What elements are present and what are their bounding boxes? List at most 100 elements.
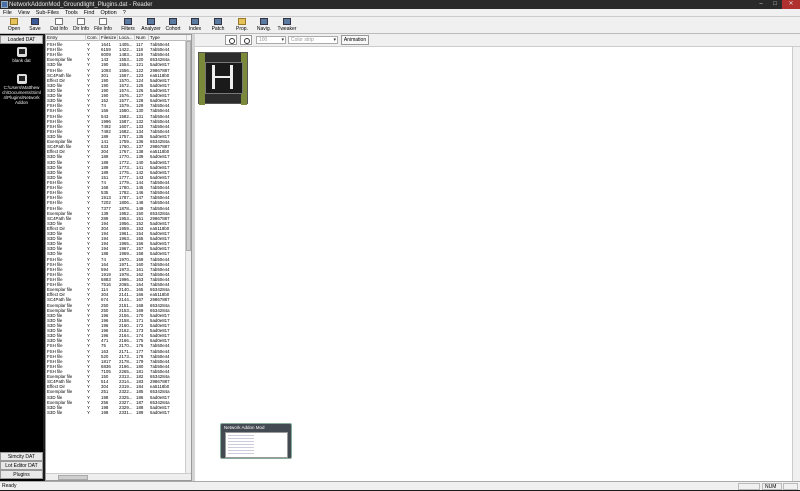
table-cell: 2331... — [119, 409, 133, 415]
num-lock-indicator: NUM — [762, 483, 782, 490]
table-cell: 5ad0e817 — [150, 409, 170, 415]
open-button[interactable]: Open — [3, 18, 25, 33]
loaded-dat-button[interactable]: Loaded DAT — [0, 35, 43, 44]
filters-label: Filters — [121, 26, 135, 32]
column-filesize[interactable]: Filesize — [100, 35, 118, 41]
prop-icon — [238, 18, 246, 25]
sidebar-item-blank-dat[interactable]: blank dat — [0, 47, 43, 63]
scroll-thumb[interactable] — [58, 475, 88, 480]
minimize-button[interactable]: – — [754, 0, 768, 9]
menu-view[interactable]: View — [15, 9, 33, 16]
column-entry[interactable]: Entry — [46, 35, 86, 41]
save-button[interactable]: Save — [24, 18, 46, 33]
cohort-label: Cohort — [165, 26, 181, 32]
dat-file-icon — [16, 47, 27, 57]
zoom-in-icon[interactable] — [225, 35, 237, 45]
dir-info-button[interactable]: Dir Info — [70, 18, 92, 33]
menu-help[interactable]: ? — [120, 9, 129, 16]
analyzer-button[interactable]: Analyzer — [140, 18, 162, 33]
menu-option[interactable]: Option — [97, 9, 119, 16]
table-cell: S3D file — [47, 409, 63, 415]
list-horizontal-scrollbar[interactable] — [46, 473, 191, 480]
save-icon — [31, 18, 39, 25]
patch-label: Patch — [211, 26, 225, 32]
menu-bar: File View Sub-Files Tools Find Option ? — [0, 9, 800, 17]
sidebar-item-label: C:\Users\Matthew ch\Documents\Siml 4\Plu… — [2, 85, 41, 105]
patch-button[interactable]: Patch — [207, 18, 229, 33]
file-info-label: File Info — [94, 26, 112, 32]
navig-icon — [260, 18, 268, 25]
popup-title: Network Addon Mod — [224, 425, 265, 430]
menu-file[interactable]: File — [0, 9, 15, 16]
index-label: Index — [188, 26, 202, 32]
entry-list: Entry Com. Filesize Loca... Num Type FSH… — [45, 34, 192, 481]
table-row[interactable]: S3D file Y 198 2331... 189 5ad0e817 — [46, 410, 186, 415]
filters-button[interactable]: Filters — [117, 18, 139, 33]
tweaker-label: Tweaker — [277, 26, 297, 32]
maximize-button[interactable]: □ — [768, 0, 782, 9]
table-cell: Y — [87, 409, 90, 415]
file-info-icon — [99, 18, 107, 25]
analyzer-label: Analyzer — [141, 26, 161, 32]
column-location[interactable]: Loca... — [118, 35, 135, 41]
preview-scrollbar[interactable] — [792, 47, 800, 481]
dat-info-button[interactable]: Dat Info — [48, 18, 70, 33]
lot-editor-dat-button[interactable]: Lot Editor DAT — [0, 461, 43, 470]
column-type[interactable]: Type — [149, 35, 187, 41]
window-thumbnail — [225, 432, 288, 458]
sidebar-item-label: blank dat — [12, 58, 31, 63]
tweaker-button[interactable]: Tweaker — [276, 18, 298, 33]
column-com[interactable]: Com. — [86, 35, 100, 41]
filters-icon — [124, 18, 132, 25]
dat-file-icon — [16, 74, 27, 84]
navig-button[interactable]: Navig. — [253, 18, 275, 33]
texture-preview-image — [198, 52, 248, 105]
status-cell — [738, 483, 760, 490]
close-button[interactable]: ✕ — [782, 0, 800, 9]
status-bar: Ready NUM — [0, 481, 800, 490]
scroll-thumb[interactable] — [186, 41, 191, 251]
app-icon — [1, 1, 8, 8]
index-icon — [191, 18, 199, 25]
plugins-button[interactable]: Plugins — [0, 470, 43, 479]
list-rows: FSH file Y 1641 1405... 117 7ab50e44 FSH file Y… — [46, 42, 186, 415]
folder-icon — [10, 18, 18, 25]
cohort-icon — [169, 18, 177, 25]
animation-button[interactable]: Animation — [341, 35, 369, 45]
title-bar: NetworkAddonMod_Groundlight_Plugins.dat … — [0, 0, 800, 9]
cohort-button[interactable]: Cohort — [162, 18, 184, 33]
prop-label: Prop. — [236, 26, 248, 32]
prop-button[interactable]: Prop. — [231, 18, 253, 33]
zoom-select[interactable]: 100 — [256, 36, 286, 44]
menu-tools[interactable]: Tools — [62, 9, 81, 16]
list-header: Entry Com. Filesize Loca... Num Type — [46, 35, 191, 41]
table-cell: 198 — [101, 409, 109, 415]
dat-info-label: Dat Info — [50, 26, 68, 32]
index-button[interactable]: Index — [184, 18, 206, 33]
open-label: Open — [7, 26, 21, 32]
dat-info-icon — [55, 18, 63, 25]
preview-controls: 100 Color strip Animation — [195, 34, 800, 47]
window-title: NetworkAddonMod_Groundlight_Plugins.dat … — [9, 1, 153, 8]
menu-find[interactable]: Find — [81, 9, 98, 16]
patch-icon — [214, 18, 222, 25]
color-select[interactable]: Color strip — [288, 36, 338, 44]
navig-label: Navig. — [256, 26, 272, 32]
dir-info-label: Dir Info — [72, 26, 90, 32]
save-label: Save — [29, 26, 41, 32]
menu-sub-files[interactable]: Sub-Files — [33, 9, 62, 16]
taskbar-thumbnail-popup[interactable]: Network Addon Mod — [220, 423, 292, 459]
simcity-dat-button[interactable]: Simcity DAT — [0, 452, 43, 461]
column-num[interactable]: Num — [135, 35, 149, 41]
dir-info-icon — [77, 18, 85, 25]
file-info-button[interactable]: File Info — [92, 18, 114, 33]
table-cell: 189 — [136, 409, 144, 415]
toolbar: Open Save Dat Info Dir Info File Info Fi… — [0, 17, 800, 34]
sidebar-item-network-addon[interactable]: C:\Users\Matthew ch\Documents\Siml 4\Plu… — [0, 74, 43, 105]
status-cell — [783, 483, 798, 490]
tweaker-icon — [283, 18, 291, 25]
loaded-dat-sidebar: Loaded DAT blank dat C:\Users\Matthew ch… — [0, 34, 43, 481]
analyzer-icon — [147, 18, 155, 25]
zoom-out-icon[interactable] — [240, 35, 252, 45]
list-vertical-scrollbar[interactable] — [185, 41, 191, 474]
